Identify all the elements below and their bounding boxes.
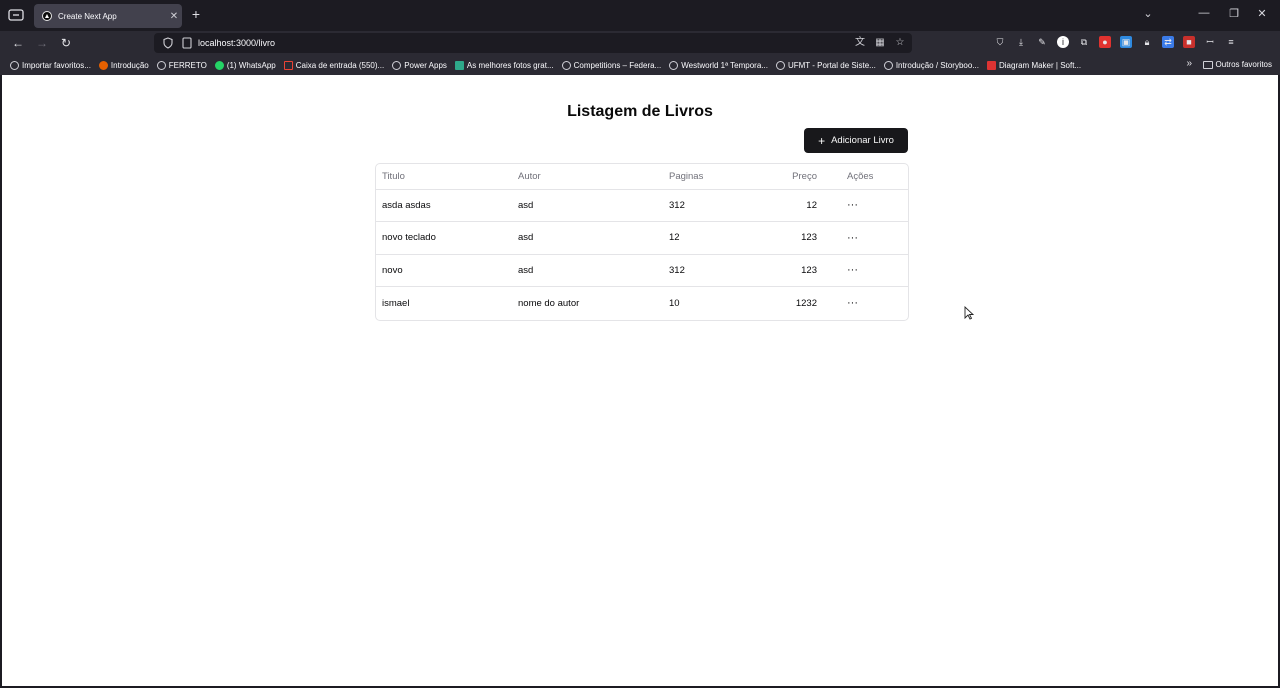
plus-icon: + — [818, 133, 826, 148]
cell-price: 123 — [753, 254, 823, 287]
table-row: ismael nome do autor 10 1232 ··· — [376, 287, 908, 320]
page-info-icon[interactable] — [182, 37, 192, 49]
cell-pages: 312 — [663, 189, 753, 222]
cell-price: 1232 — [795, 297, 817, 309]
table-header-row: Titulo Autor Paginas Preço Ações — [376, 164, 908, 190]
cell-price: 123 — [753, 221, 823, 255]
globe-icon — [669, 60, 679, 70]
lock-extension-icon[interactable]: 🔒︎ — [1141, 36, 1153, 48]
other-bookmarks[interactable]: Outros favoritos — [1202, 60, 1272, 69]
bookmark-item[interactable]: Power Apps — [392, 60, 447, 70]
books-table: Titulo Autor Paginas Preço Ações asda as… — [375, 163, 909, 321]
cat-extension-icon[interactable]: ꟷ — [1204, 36, 1216, 48]
menu-icon[interactable]: ≡ — [1225, 36, 1237, 48]
nextjs-favicon-icon — [42, 11, 52, 21]
tab-title: Create Next App — [58, 11, 117, 21]
bookmark-item[interactable]: Importar favoritos... — [10, 60, 91, 70]
chevron-down-icon[interactable]: ⌄ — [1140, 7, 1156, 20]
bookmark-star-icon[interactable]: ☆ — [894, 37, 906, 49]
tools-icon[interactable]: ✎ — [1036, 36, 1048, 48]
reload-icon[interactable]: ↻ — [58, 35, 74, 51]
info-extension-icon[interactable]: i — [1057, 36, 1069, 48]
cell-author: asd — [512, 254, 663, 287]
row-actions-menu-icon[interactable]: ··· — [847, 199, 858, 211]
active-tab[interactable]: Create Next App ✕ — [34, 4, 182, 28]
blue-extension-icon[interactable]: ▣ — [1120, 36, 1132, 48]
row-actions-menu-icon[interactable]: ··· — [847, 297, 858, 309]
bookmark-item[interactable]: Introdução — [98, 60, 149, 70]
gmail-icon — [283, 60, 293, 70]
cell-price: 12 — [753, 189, 823, 222]
cell-title: ismael — [382, 297, 410, 309]
firefox-icon — [98, 60, 108, 70]
header-price: Preço — [753, 164, 823, 190]
cell-pages: 10 — [669, 297, 680, 309]
new-tab-icon[interactable]: + — [189, 6, 203, 22]
back-icon[interactable]: ← — [10, 35, 26, 51]
add-book-label: Adicionar Livro — [831, 135, 894, 146]
header-actions: Ações — [823, 164, 908, 190]
page-title: Listagem de Livros — [567, 103, 713, 120]
bookmark-item[interactable]: (1) WhatsApp — [214, 60, 276, 70]
header-author: Autor — [512, 164, 663, 190]
bookmark-item[interactable]: UFMT - Portal de Siste... — [775, 60, 876, 70]
cell-pages: 12 — [663, 221, 753, 255]
more-bookmarks-icon[interactable]: » — [1186, 58, 1192, 69]
row-actions-menu-icon[interactable]: ··· — [847, 264, 858, 276]
restore-icon[interactable]: ❐ — [1226, 7, 1242, 20]
whatsapp-icon — [214, 60, 224, 70]
translate-icon[interactable]: 文 — [854, 37, 866, 49]
row-actions-menu-icon[interactable]: ··· — [847, 232, 858, 244]
diagram-icon — [986, 60, 996, 70]
shield-icon[interactable] — [162, 37, 174, 49]
record-extension-icon[interactable]: ■ — [1183, 36, 1195, 48]
red-extension-icon[interactable]: ● — [1099, 36, 1111, 48]
bookmark-item[interactable]: As melhores fotos grat... — [454, 60, 554, 70]
header-pages: Paginas — [663, 164, 753, 190]
url-bar[interactable]: localhost:3000/livro 文 ▦ ☆ — [154, 33, 912, 53]
table-row: novo asd 312 123 ··· — [376, 254, 908, 287]
reader-view-icon[interactable]: ▦ — [874, 37, 886, 49]
url-text[interactable]: localhost:3000/livro — [198, 38, 275, 48]
bookmark-item[interactable]: Diagram Maker | Soft... — [986, 60, 1081, 70]
import-icon — [10, 60, 19, 70]
close-tab-icon[interactable]: ✕ — [166, 11, 182, 22]
pocket-icon[interactable]: ⛉ — [994, 36, 1006, 48]
tab-list-icon[interactable] — [8, 8, 24, 22]
forward-icon[interactable]: → — [34, 35, 50, 51]
extensions-icon[interactable]: ⧉ — [1078, 36, 1090, 48]
add-book-button[interactable]: + Adicionar Livro — [804, 128, 908, 153]
header-title: Titulo — [376, 164, 512, 190]
table-row: asda asdas asd 312 12 ··· — [376, 189, 908, 222]
tab-bar: Create Next App ✕ + ⌄ — ❐ ✕ — [0, 0, 1280, 31]
bookmark-item[interactable]: Westworld 1ª Tempora... — [669, 60, 768, 70]
close-window-icon[interactable]: ✕ — [1254, 7, 1270, 20]
minimize-icon[interactable]: — — [1196, 7, 1212, 19]
mouse-cursor-icon — [964, 306, 974, 320]
bookmark-item[interactable]: FERRETO — [156, 60, 207, 70]
page-content: Listagem de Livros + Adicionar Livro Tit… — [2, 75, 1278, 686]
bookmark-item[interactable]: Caixa de entrada (550)... — [283, 60, 384, 70]
photo-icon — [454, 60, 464, 70]
bookmarks-bar: Importar favoritos... Introdução FERRETO… — [0, 55, 1280, 75]
cell-title: novo — [376, 254, 512, 287]
translate-extension-icon[interactable]: ⇄ — [1162, 36, 1174, 48]
globe-icon — [775, 60, 785, 70]
cell-author: asd — [512, 221, 663, 255]
cell-title: novo teclado — [376, 221, 512, 255]
cell-title: asda asdas — [376, 189, 512, 222]
cell-author: asd — [512, 189, 663, 222]
globe-icon — [883, 60, 893, 70]
nav-bar: ← → ↻ localhost:3000/livro 文 ▦ ☆ ⛉ ⤓ ✎ i… — [0, 31, 1280, 55]
table-row: novo teclado asd 12 123 ··· — [376, 221, 908, 255]
bookmark-item[interactable]: Competitions – Federa... — [561, 60, 661, 70]
download-icon[interactable]: ⤓ — [1015, 36, 1027, 48]
cell-pages: 312 — [663, 254, 753, 287]
folder-icon — [1202, 60, 1213, 69]
globe-icon — [156, 60, 166, 70]
globe-icon — [392, 60, 402, 70]
bookmark-item[interactable]: Introdução / Storyboo... — [883, 60, 979, 70]
globe-icon — [561, 60, 571, 70]
cell-author: nome do autor — [518, 297, 580, 309]
